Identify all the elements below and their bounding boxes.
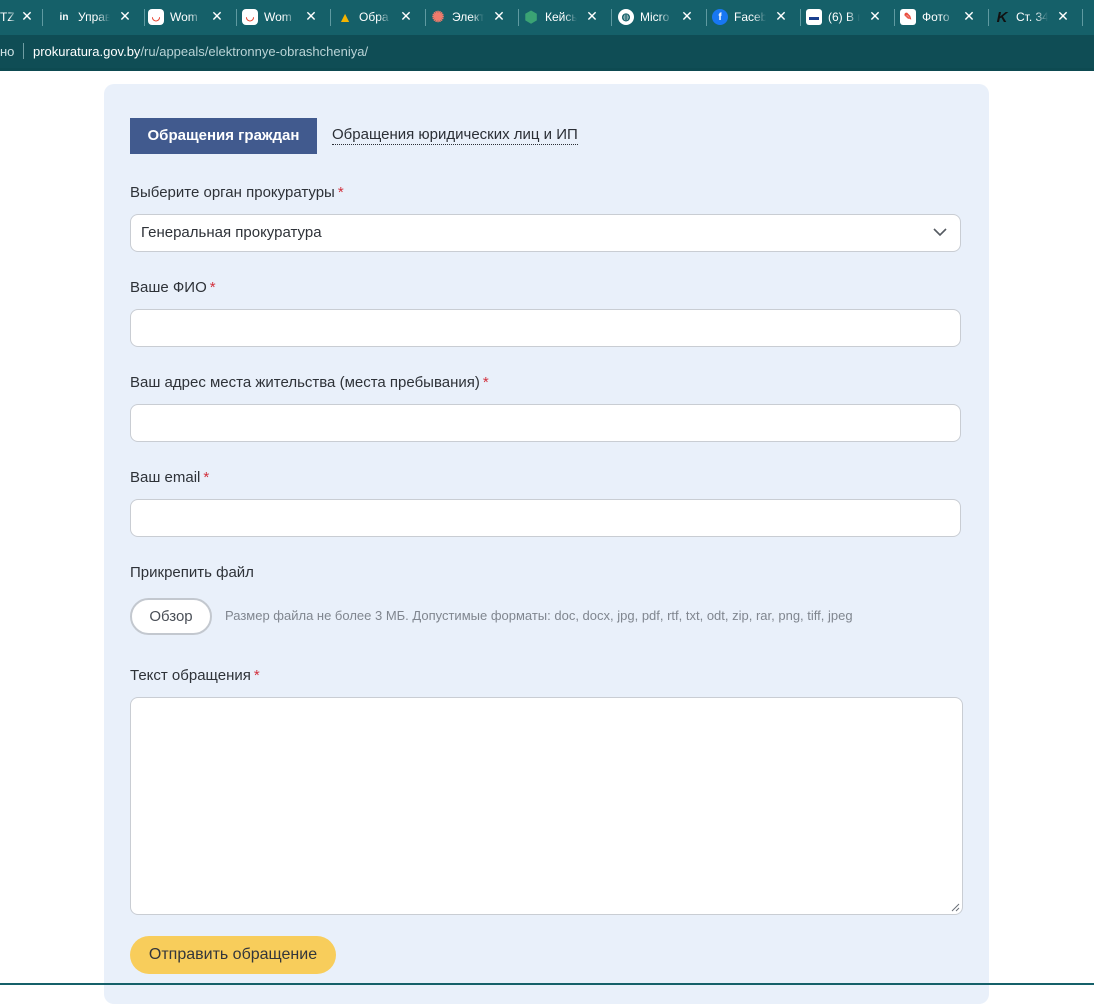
tab-separator: [42, 9, 43, 26]
hexagon-icon: ⬢: [524, 9, 538, 26]
browser-tab-title: Wom: [170, 10, 198, 24]
address-field-label: Ваш адрес места жительства (места пребыв…: [130, 374, 489, 391]
tab-separator: [894, 9, 895, 26]
browser-tab[interactable]: ◡ Wom ✕: [148, 0, 238, 35]
address-divider: [23, 43, 24, 59]
address-security-label: но: [0, 44, 15, 59]
browser-tab-title: TZ: [0, 10, 15, 24]
fio-label-text: Ваше ФИО: [130, 279, 207, 296]
email-field-label: Ваш email *: [130, 469, 209, 486]
browser-tab-title: Кейсы: [545, 10, 577, 24]
required-mark: *: [209, 279, 216, 296]
organ-field-label: Выберите орган прокуратуры *: [130, 184, 344, 201]
browser-tab-title: Wom: [264, 10, 292, 24]
browser-tab[interactable]: ◡ Wom ✕: [242, 0, 332, 35]
text-field-label: Текст обращения *: [130, 667, 260, 684]
tab-separator: [425, 9, 426, 26]
close-tab-icon[interactable]: ✕: [774, 8, 788, 24]
browser-tab-title: Micro: [640, 10, 670, 24]
organ-select[interactable]: Генеральная прокуратура: [130, 214, 961, 252]
toolbar-shadow: [0, 68, 1094, 71]
browser-tab[interactable]: K Ст. 34 ✕: [994, 0, 1084, 35]
google-drive-icon: ▲: [338, 9, 352, 25]
shop-bag-icon: ◡: [242, 9, 258, 25]
tab-separator: [800, 9, 801, 26]
browser-tab[interactable]: ⬢ Кейсы ✕: [523, 0, 613, 35]
appeal-text-area[interactable]: [130, 697, 963, 915]
required-mark: *: [337, 184, 344, 201]
browse-file-button[interactable]: Обзор: [130, 598, 212, 635]
fio-input[interactable]: [130, 309, 961, 347]
tab-legal-entities-appeals[interactable]: Обращения юридических лиц и ИП: [332, 125, 578, 145]
address-label-text: Ваш адрес места жительства (места пребыв…: [130, 374, 480, 391]
close-tab-icon[interactable]: ✕: [304, 8, 318, 24]
required-mark: *: [253, 667, 260, 684]
submit-appeal-button[interactable]: Отправить обращение: [130, 936, 336, 974]
close-tab-icon[interactable]: ✕: [1056, 8, 1070, 24]
address-bar[interactable]: но prokuratura.gov.by/ru/appeals/elektro…: [0, 35, 1094, 68]
linkedin-icon: in: [56, 9, 72, 25]
browser-tab[interactable]: in Управ ✕: [56, 0, 146, 35]
email-label-text: Ваш email: [130, 469, 201, 486]
browser-tab[interactable]: ✎ Фото ✕: [900, 0, 990, 35]
tab-separator: [330, 9, 331, 26]
k-letter-icon: K: [996, 8, 1008, 26]
email-input[interactable]: [130, 499, 961, 537]
required-mark: *: [203, 469, 210, 486]
tab-separator: [706, 9, 707, 26]
globe-icon: ◍: [618, 9, 634, 25]
facebook-icon: f: [712, 9, 728, 25]
tab-separator: [144, 9, 145, 26]
address-path: /ru/appeals/elektronnye-obrashcheniya/: [140, 44, 369, 59]
file-requirements-hint: Размер файла не более 3 МБ. Допустимые ф…: [225, 608, 853, 623]
required-mark: *: [482, 374, 489, 391]
browser-tab-title: Фото: [922, 10, 950, 24]
tab-separator: [988, 9, 989, 26]
close-tab-icon[interactable]: ✕: [680, 8, 694, 24]
organ-select-value: Генеральная прокуратура: [141, 224, 322, 241]
tab-separator: [1082, 9, 1083, 26]
address-url[interactable]: prokuratura.gov.by/ru/appeals/elektronny…: [33, 44, 368, 59]
tab-separator: [236, 9, 237, 26]
tab-separator: [611, 9, 612, 26]
tab-separator: [518, 9, 519, 26]
browser-tab-title: (6) В п: [828, 10, 860, 24]
close-tab-icon[interactable]: ✕: [118, 8, 132, 24]
browser-tab-title: Элект: [452, 10, 484, 24]
emblem-icon: ✺: [431, 9, 445, 26]
close-tab-icon[interactable]: ✕: [399, 8, 413, 24]
close-tab-icon[interactable]: ✕: [210, 8, 224, 24]
browser-tab-title: Управ: [78, 10, 110, 24]
browser-tab-title: Ст. 34: [1016, 10, 1048, 24]
chevron-down-icon: [933, 228, 947, 237]
browser-tab[interactable]: ◍ Micro ✕: [618, 0, 708, 35]
browser-tab[interactable]: ▲ Обра ✕: [337, 0, 427, 35]
address-domain: prokuratura.gov.by: [33, 44, 141, 59]
flag-icon: ▬: [806, 9, 822, 25]
text-label-text: Текст обращения: [130, 667, 251, 684]
photo-icon: ✎: [900, 9, 916, 25]
address-input[interactable]: [130, 404, 961, 442]
close-tab-icon[interactable]: ✕: [492, 8, 506, 24]
browser-tab[interactable]: ✺ Элект ✕: [430, 0, 520, 35]
close-tab-icon[interactable]: ✕: [868, 8, 882, 24]
organ-label-text: Выберите орган прокуратуры: [130, 184, 335, 201]
browser-tab-title: Faceb: [734, 10, 766, 24]
browser-tab-title: Обра: [359, 10, 389, 24]
resize-handle-icon[interactable]: [950, 902, 960, 912]
file-field-label: Прикрепить файл: [130, 564, 254, 581]
fio-field-label: Ваше ФИО *: [130, 279, 216, 296]
close-tab-icon[interactable]: ✕: [962, 8, 976, 24]
browser-tab[interactable]: ▬ (6) В п ✕: [806, 0, 896, 35]
tab-citizens-appeals[interactable]: Обращения граждан: [130, 118, 317, 154]
close-tab-icon[interactable]: ✕: [20, 8, 34, 24]
browser-tab[interactable]: f Faceb ✕: [712, 0, 802, 35]
close-tab-icon[interactable]: ✕: [585, 8, 599, 24]
browser-tab-strip: TZ ✕ in Управ ✕ ◡ Wom ✕ ◡ Wom ✕ ▲ Обра ✕ ✺ Элект ✕ ⬢ Кейсы…: [0, 0, 1094, 35]
shop-bag-icon: ◡: [148, 9, 164, 25]
